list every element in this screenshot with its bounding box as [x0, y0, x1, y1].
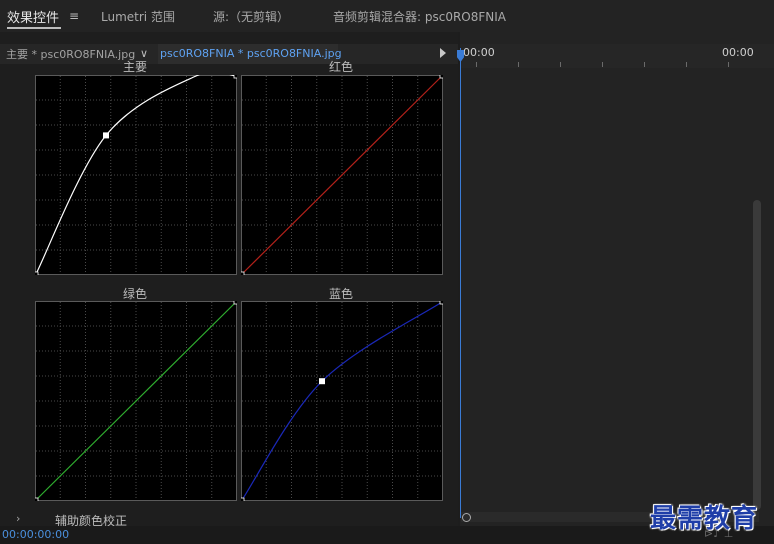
- curve-endpoint-handle: [439, 301, 443, 305]
- ruler-tick: [644, 62, 645, 67]
- active-tab-indicator: [7, 27, 61, 29]
- curve-control-point: [319, 378, 325, 385]
- ruler-tick: [602, 62, 603, 67]
- watermark-logo: 最需教育: [650, 504, 759, 534]
- blue-curve-graph[interactable]: [241, 301, 443, 501]
- play-icon[interactable]: [440, 48, 446, 58]
- effect-controls-panel: 主要 * psc0RO8FNIA.jpg ∨ psc0RO8FNIA * psc…: [0, 32, 458, 544]
- vertical-scrollbar[interactable]: [753, 200, 761, 510]
- chevron-right-icon[interactable]: ›: [16, 512, 20, 525]
- curve-label-red: 红色: [328, 60, 353, 74]
- curve-endpoint-handle: [439, 75, 443, 79]
- zoom-handle-icon[interactable]: [462, 513, 471, 522]
- curve-endpoint-handle: [241, 271, 245, 275]
- master-curve-graph[interactable]: [35, 75, 237, 275]
- panel-menu-icon[interactable]: ≡: [69, 9, 79, 23]
- playhead-line[interactable]: [460, 48, 461, 518]
- tab-lumetri-scopes[interactable]: Lumetri 范围: [101, 8, 175, 25]
- time-ruler[interactable]: 00:00 00:00: [460, 44, 774, 68]
- ruler-tick: [728, 62, 729, 67]
- ruler-start-timecode: 00:00: [463, 46, 495, 59]
- tab-audio-clip-mixer[interactable]: 音频剪辑混合器: psc0RO8FNIA: [333, 8, 506, 25]
- green-curve-graph[interactable]: [35, 301, 237, 501]
- red-curve-graph[interactable]: [241, 75, 443, 275]
- curve-endpoint-handle: [241, 497, 245, 501]
- ruler-tick: [518, 62, 519, 67]
- ruler-tick: [686, 62, 687, 67]
- ruler-end-timecode: 00:00: [722, 46, 754, 59]
- curve-endpoint-handle: [35, 497, 39, 501]
- curve-endpoint-handle: [233, 75, 237, 79]
- current-timecode[interactable]: 00:00:00:00: [2, 528, 69, 541]
- tab-effect-controls[interactable]: 效果控件: [7, 7, 59, 26]
- curve-endpoint-handle: [35, 271, 39, 275]
- timeline-panel: 00:00 00:00: [460, 32, 774, 526]
- curve-label-blue: 蓝色: [328, 287, 353, 301]
- ruler-tick: [476, 62, 477, 67]
- curve-control-point: [103, 132, 109, 139]
- ruler-tick: [560, 62, 561, 67]
- tab-source[interactable]: 源:（无剪辑）: [213, 8, 289, 25]
- curve-label-master: 主要: [122, 60, 147, 74]
- curve-label-green: 绿色: [122, 287, 147, 301]
- panel-tab-bar: 效果控件 ≡ Lumetri 范围 源:（无剪辑） 音频剪辑混合器: psc0R…: [0, 0, 774, 32]
- curve-endpoint-handle: [233, 301, 237, 305]
